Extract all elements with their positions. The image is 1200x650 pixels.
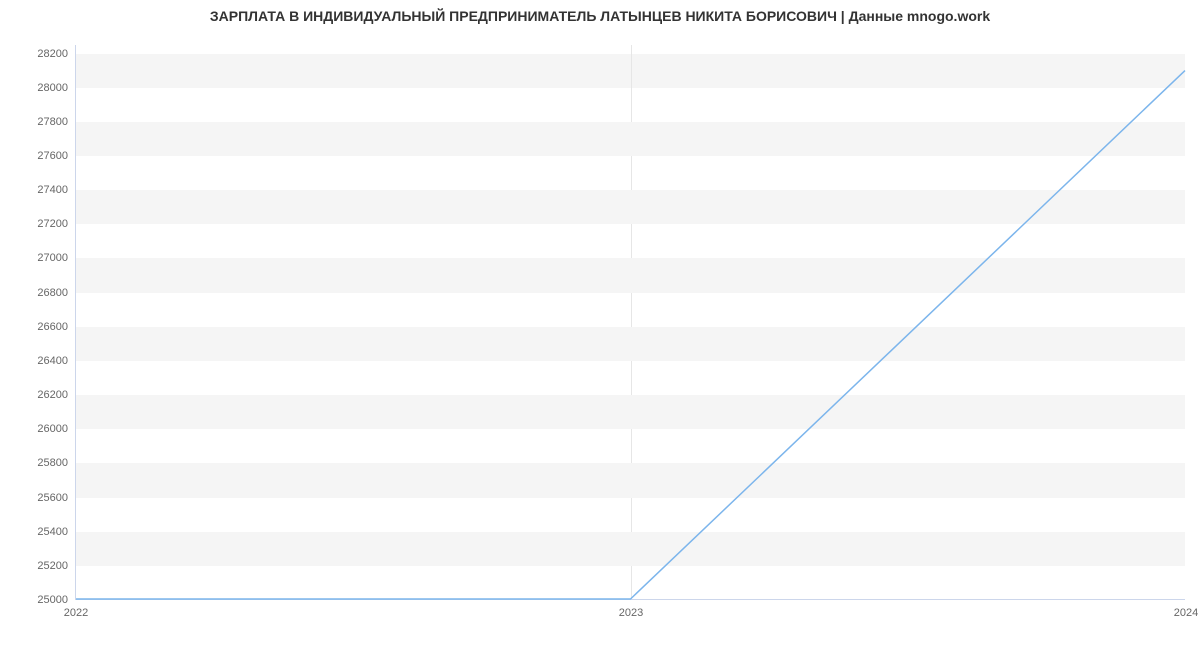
y-tick-label: 28000	[37, 82, 68, 94]
x-tick-label: 2022	[64, 607, 88, 619]
y-tick-label: 27200	[37, 218, 68, 230]
y-tick-label: 26600	[37, 321, 68, 333]
x-tick-label: 2024	[1174, 607, 1198, 619]
y-tick-label: 27600	[37, 150, 68, 162]
line-layer	[76, 45, 1185, 599]
y-tick-label: 27400	[37, 184, 68, 196]
y-tick-label: 25000	[37, 594, 68, 606]
y-tick-label: 26200	[37, 389, 68, 401]
chart-container: ЗАРПЛАТА В ИНДИВИДУАЛЬНЫЙ ПРЕДПРИНИМАТЕЛ…	[0, 0, 1200, 650]
y-tick-label: 27800	[37, 116, 68, 128]
y-tick-label: 26800	[37, 287, 68, 299]
y-tick-label: 25400	[37, 526, 68, 538]
y-tick-label: 27000	[37, 252, 68, 264]
y-tick-label: 25600	[37, 492, 68, 504]
chart-title: ЗАРПЛАТА В ИНДИВИДУАЛЬНЫЙ ПРЕДПРИНИМАТЕЛ…	[0, 8, 1200, 24]
y-tick-label: 26400	[37, 355, 68, 367]
plot-area: 2500025200254002560025800260002620026400…	[75, 45, 1185, 600]
y-tick-label: 26000	[37, 423, 68, 435]
y-tick-label: 28200	[37, 48, 68, 60]
y-tick-label: 25200	[37, 560, 68, 572]
x-tick-label: 2023	[619, 607, 643, 619]
y-tick-label: 25800	[37, 457, 68, 469]
series-line	[76, 71, 1185, 599]
